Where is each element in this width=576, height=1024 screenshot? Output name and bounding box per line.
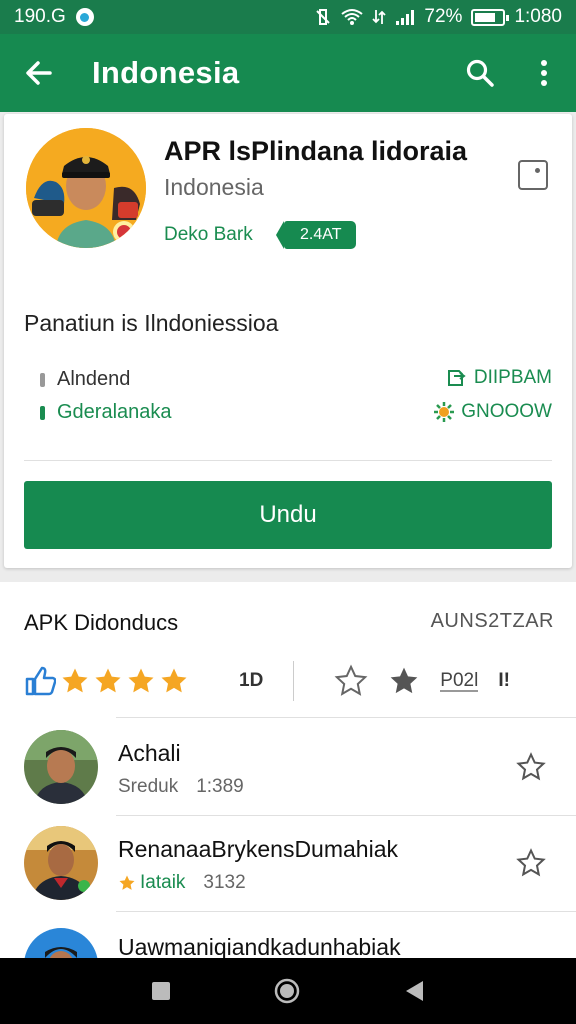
star-outline-icon[interactable] (516, 752, 546, 782)
info-right-1[interactable]: DIIPBAM (446, 367, 552, 389)
vertical-divider (293, 661, 295, 701)
bullet-icon (40, 405, 45, 420)
star-filled-icon (95, 668, 121, 693)
review-meta: Iataik (140, 872, 186, 893)
battery-icon (471, 8, 510, 26)
bullet-icon (40, 372, 45, 387)
star-filled-icon (119, 875, 135, 890)
star-rating (60, 666, 189, 696)
info-right-2[interactable]: GNOOOW (433, 401, 552, 423)
review-date: 1:389 (196, 776, 244, 797)
divider (116, 717, 576, 718)
wishlist-icon[interactable] (518, 160, 548, 190)
content-rating-badge: 2.4AT (276, 221, 356, 249)
rating-row: 1D P02l I! (24, 658, 564, 704)
signal-icon (396, 10, 415, 25)
home-button[interactable] (274, 978, 300, 1004)
notification-icon (75, 8, 94, 26)
star-filled-icon (161, 668, 187, 693)
reviews-card: APK Didonducs AUNS2TZAR 1D P02l I! Achal… (0, 582, 576, 1002)
review-meta: Sreduk (118, 776, 179, 797)
sun-icon (434, 402, 455, 422)
rate-label-2[interactable]: I! (498, 670, 510, 692)
developer-link[interactable]: Deko Bark (164, 224, 253, 246)
reviews-more-link[interactable]: AUNS2TZAR (431, 610, 554, 633)
wifi-icon (341, 9, 364, 25)
status-bar: 190.G 72% 1:080 (0, 0, 576, 34)
info-left-1: Alndend (57, 368, 131, 390)
battery-percent: 72% (424, 6, 463, 27)
avatar (24, 826, 98, 900)
star-outline-icon[interactable] (334, 664, 368, 698)
page-title: Indonesia (92, 55, 240, 90)
star-dark-icon[interactable] (388, 665, 420, 697)
install-button[interactable]: Undu (24, 481, 552, 549)
avatar (24, 730, 98, 804)
app-subtitle: Indonesia (164, 174, 264, 200)
review-item[interactable]: Achali Sreduk 1:389 (0, 720, 576, 816)
search-icon (466, 59, 494, 87)
reviewer-name: Achali (118, 740, 181, 766)
divider (24, 460, 552, 461)
info-right-1-label: DIIPBAM (473, 367, 552, 388)
back-nav-button[interactable] (403, 979, 425, 1003)
reviewer-name: RenanaaBrykensDumahiak (118, 836, 398, 862)
info-row-1: Alndend (40, 368, 130, 391)
status-time-right: 1:080 (514, 6, 562, 27)
info-row-2: Gderalanaka (40, 401, 172, 424)
reviews-title: APK Didonducs (24, 610, 179, 635)
review-date: 3132 (203, 872, 246, 893)
app-title: APR lsPlindana lidoraia (164, 136, 468, 166)
vibrate-icon (316, 9, 331, 25)
back-button[interactable] (0, 34, 78, 112)
app-icon (26, 128, 146, 248)
info-right-2-label: GNOOOW (461, 401, 552, 422)
screen: 190.G 72% 1:080 Indonesia APR lsPlindana… (0, 0, 576, 1024)
more-vert-icon (541, 60, 547, 86)
star-outline-icon[interactable] (516, 848, 546, 878)
review-item[interactable]: RenanaaBrykensDumahiak Iataik 3132 (0, 816, 576, 912)
info-left-2: Gderalanaka (57, 401, 172, 423)
overflow-menu-button[interactable] (512, 34, 576, 112)
app-description: Panatiun is Ilndoniessioa (24, 310, 279, 336)
review-count: 1D (239, 670, 264, 691)
reviewer-name: Uawmaniqiandkadunhabiak (118, 934, 401, 960)
status-time-left: 190.G (14, 6, 66, 27)
thumbs-up-icon (25, 666, 56, 696)
arrow-back-icon (26, 61, 52, 85)
search-button[interactable] (448, 34, 512, 112)
star-filled-icon (62, 668, 88, 693)
recent-apps-button[interactable] (151, 981, 171, 1001)
app-bar: Indonesia (0, 34, 576, 112)
download-box-icon (447, 370, 466, 386)
system-nav-bar (0, 958, 576, 1024)
app-header-card: APR lsPlindana lidoraia Indonesia Deko B… (4, 114, 572, 568)
star-filled-icon (128, 668, 154, 693)
rate-label[interactable]: P02l (440, 671, 479, 692)
data-icon (372, 10, 387, 24)
